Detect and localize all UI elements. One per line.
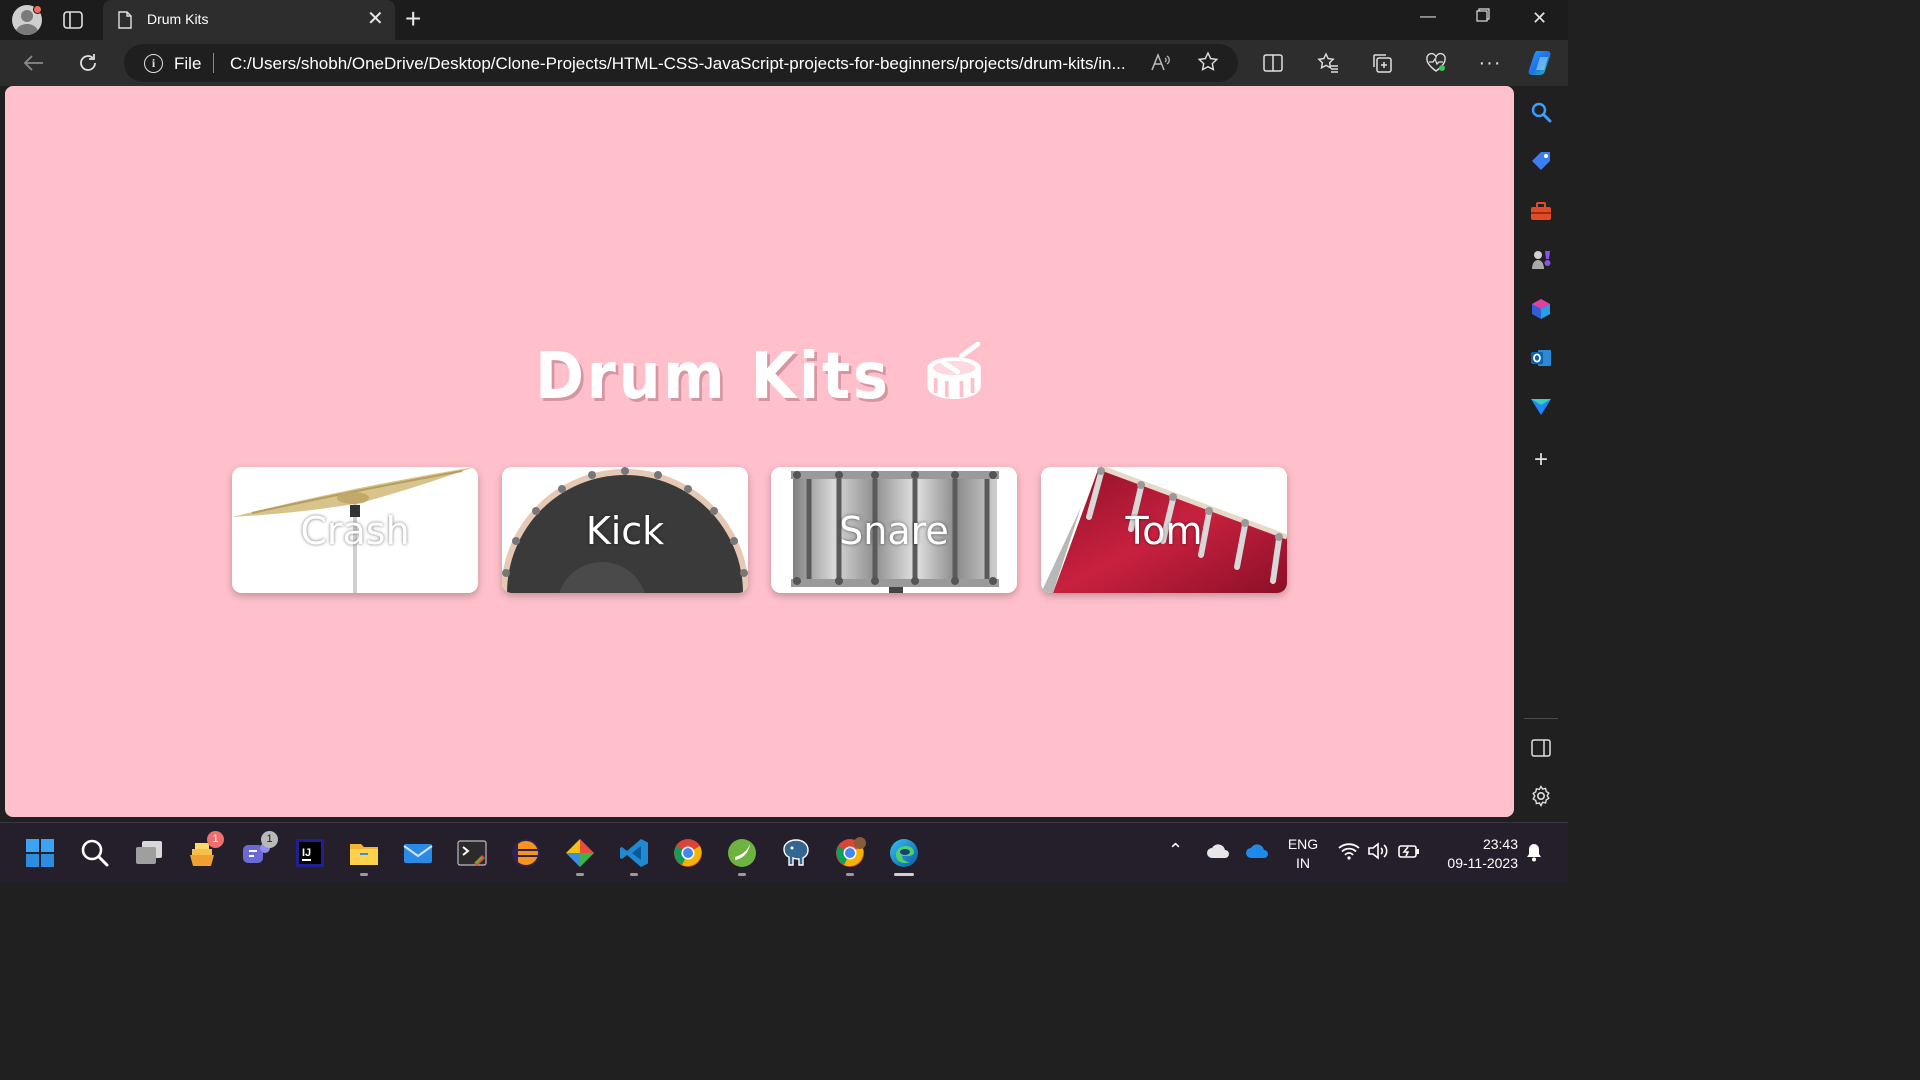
sidebar-tools-icon[interactable] xyxy=(1529,199,1553,223)
windows-taskbar: 1 1 IJ ⌃ ENG IN 23:43 09-11-2023 xyxy=(0,822,1568,882)
back-icon[interactable] xyxy=(22,51,46,75)
language-region: IN xyxy=(1296,855,1310,871)
clock-time: 23:43 xyxy=(1482,836,1518,852)
chrome-running-indicator xyxy=(846,873,854,876)
file-explorer-running-indicator xyxy=(360,873,368,876)
svg-text:IJ: IJ xyxy=(302,847,311,859)
page-heading-text: Drum Kits xyxy=(535,340,891,414)
taskbar-search-icon[interactable] xyxy=(79,837,111,869)
git-running-indicator xyxy=(576,873,584,876)
whats-new-badge: 1 xyxy=(207,831,224,848)
vs-code-icon[interactable] xyxy=(618,837,650,876)
drum-tom-label: Tom xyxy=(1125,509,1203,553)
close-window-icon[interactable]: ✕ xyxy=(1532,8,1547,29)
address-scheme: File xyxy=(174,54,202,73)
postgresql-icon[interactable] xyxy=(780,837,812,869)
address-url[interactable]: C:/Users/shobh/OneDrive/Desktop/Clone-Pr… xyxy=(230,54,1140,74)
file-explorer-icon[interactable] xyxy=(348,837,380,876)
drum-snare-label: Snare xyxy=(839,509,949,553)
sidebar-drop-icon[interactable] xyxy=(1529,395,1553,419)
sidebar-microsoft-365-icon[interactable] xyxy=(1529,297,1553,321)
address-bar[interactable]: i File C:/Users/shobh/OneDrive/Desktop/C… xyxy=(124,44,1238,82)
spring-tools-icon[interactable] xyxy=(726,837,758,876)
tab-title: Drum Kits xyxy=(147,11,209,27)
new-tab-icon[interactable]: + xyxy=(405,5,421,33)
read-aloud-icon[interactable] xyxy=(1150,52,1172,77)
address-separator xyxy=(213,53,214,73)
more-options-icon[interactable]: ··· xyxy=(1478,51,1502,75)
sidebar-outlook-icon[interactable] xyxy=(1529,346,1553,370)
teams-badge: 1 xyxy=(261,831,278,848)
clock[interactable]: 23:43 09-11-2023 xyxy=(1434,835,1518,873)
whats-new-icon[interactable]: 1 xyxy=(186,831,224,869)
sidebar-games-icon[interactable] xyxy=(1529,248,1553,272)
page-heading: Drum Kits xyxy=(65,340,1453,418)
drum-set: Crash Kick Snare Tom xyxy=(232,467,1288,593)
hide-sidebar-icon[interactable] xyxy=(1529,736,1553,760)
tab-drum-kits[interactable]: Drum Kits ✕ xyxy=(103,0,395,40)
teams-chat-icon[interactable]: 1 xyxy=(240,831,278,869)
git-kraken-icon[interactable] xyxy=(564,837,596,876)
language-code: ENG xyxy=(1287,836,1319,852)
sidebar-settings-gear-icon[interactable] xyxy=(1529,784,1553,808)
drum-crash-button[interactable]: Crash xyxy=(232,467,478,593)
mail-icon[interactable] xyxy=(402,837,434,869)
windows-start-icon[interactable] xyxy=(24,837,56,869)
browser-titlebar: Drum Kits ✕ + — ✕ xyxy=(0,0,1568,40)
drum-icon xyxy=(925,341,984,418)
task-view-icon[interactable] xyxy=(133,837,165,869)
browser-essentials-icon[interactable] xyxy=(1424,51,1448,75)
sidebar-search-icon[interactable] xyxy=(1529,100,1553,124)
drum-crash-label: Crash xyxy=(300,509,410,553)
battery-charging-icon[interactable] xyxy=(1397,842,1421,865)
drum-tom-button[interactable]: Tom xyxy=(1041,467,1287,593)
edge-running-indicator xyxy=(894,873,914,876)
page-viewport: Drum Kits Crash Kick Snare Tom xyxy=(5,86,1514,817)
language-indicator[interactable]: ENG IN xyxy=(1284,835,1322,873)
eclipse-icon[interactable] xyxy=(510,837,542,869)
close-tab-icon[interactable]: ✕ xyxy=(367,9,384,29)
wifi-icon[interactable] xyxy=(1338,842,1360,865)
profile-notification-dot xyxy=(33,5,42,14)
sidebar-shopping-tag-icon[interactable] xyxy=(1529,149,1553,173)
page-icon xyxy=(117,11,133,34)
chrome-icon[interactable] xyxy=(672,837,704,869)
copilot-icon[interactable] xyxy=(1527,48,1557,78)
add-favorite-star-icon[interactable] xyxy=(1197,51,1219,79)
terminal-icon[interactable] xyxy=(456,837,488,869)
site-info-icon[interactable]: i xyxy=(144,54,163,73)
sidebar-separator xyxy=(1524,718,1558,719)
restore-icon[interactable] xyxy=(1476,8,1490,27)
drum-kick-label: Kick xyxy=(585,509,665,553)
onedrive-grey-cloud-icon[interactable] xyxy=(1206,843,1230,864)
refresh-icon[interactable] xyxy=(76,51,100,75)
collections-icon[interactable] xyxy=(1370,51,1394,75)
onedrive-blue-cloud-icon[interactable] xyxy=(1245,843,1269,864)
drum-kick-button[interactable]: Kick xyxy=(502,467,748,593)
edge-browser-icon[interactable] xyxy=(879,830,929,876)
edge-sidebar: + xyxy=(1514,86,1568,822)
show-hidden-icons-chevron-up-icon[interactable]: ⌃ xyxy=(1168,841,1183,860)
sidebar-add-icon[interactable]: + xyxy=(1529,446,1553,473)
vs-code-running-indicator xyxy=(630,873,638,876)
drum-snare-button[interactable]: Snare xyxy=(771,467,1017,593)
spring-running-indicator xyxy=(738,873,746,876)
intellij-idea-icon[interactable]: IJ xyxy=(294,837,326,869)
clock-date: 09-11-2023 xyxy=(1447,855,1518,871)
volume-icon[interactable] xyxy=(1367,842,1389,865)
split-screen-icon[interactable] xyxy=(1261,51,1285,75)
chrome-profile-icon[interactable] xyxy=(834,837,866,876)
minimize-icon[interactable]: — xyxy=(1420,8,1436,26)
favorites-icon[interactable] xyxy=(1316,51,1340,75)
notifications-bell-icon[interactable] xyxy=(1524,842,1544,867)
tab-actions-icon[interactable] xyxy=(62,9,84,31)
browser-toolbar: i File C:/Users/shobh/OneDrive/Desktop/C… xyxy=(0,40,1568,86)
